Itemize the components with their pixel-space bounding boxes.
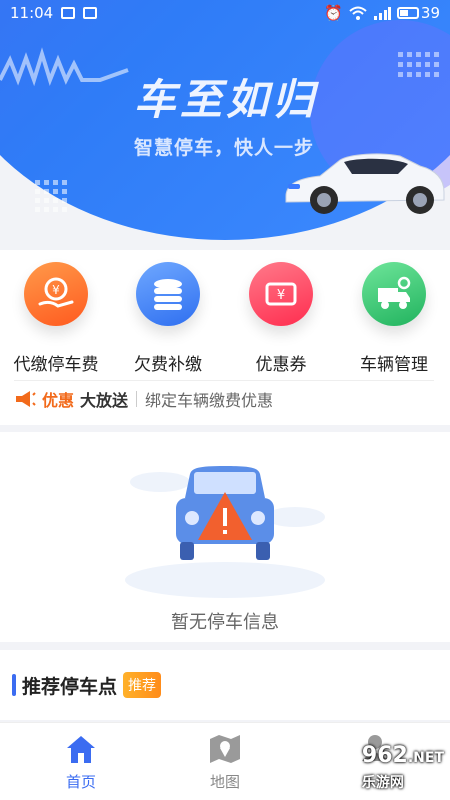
site-watermark: 962.NET 乐游网 bbox=[361, 743, 444, 791]
sports-car-icon bbox=[285, 153, 445, 214]
menu-label: 优惠券 bbox=[255, 355, 307, 375]
promo-tag-suffix: 大放送 bbox=[80, 390, 129, 410]
menu-label: 车辆管理 bbox=[360, 355, 428, 375]
tab-label: 首页 bbox=[65, 773, 96, 791]
menu-label: 欠费补缴 bbox=[134, 355, 202, 375]
menu-item-pay-parking[interactable]: ¥ 代缴停车费 bbox=[0, 262, 112, 375]
coin-stack-icon bbox=[136, 262, 200, 326]
recommend-badge: 推荐 bbox=[123, 672, 162, 698]
promo-divider bbox=[136, 390, 138, 407]
section-title: 推荐停车点 bbox=[22, 675, 118, 698]
promo-banner[interactable]: 优惠 大放送 绑定车辆缴费优惠 bbox=[14, 380, 434, 416]
map-icon bbox=[210, 735, 240, 763]
coupon-icon: ¥ bbox=[249, 262, 313, 326]
battery-icon: 39 bbox=[396, 4, 440, 22]
mail-icon bbox=[83, 7, 98, 19]
signal-icon bbox=[373, 7, 391, 20]
yen-coin-hand-icon: ¥ bbox=[24, 262, 88, 326]
truck-gear-icon bbox=[362, 262, 426, 326]
quick-menu: ¥ 代缴停车费 欠费补缴 ¥ 优惠券 车辆管理 优惠 大放送 绑定车辆缴费优惠 bbox=[0, 250, 450, 425]
menu-item-vehicle-management[interactable]: 车辆管理 bbox=[338, 262, 450, 375]
svg-text:¥: ¥ bbox=[52, 283, 60, 297]
megaphone-icon bbox=[16, 390, 36, 407]
battery-level: 39 bbox=[420, 4, 440, 22]
wifi-icon bbox=[349, 6, 367, 20]
hero-banner[interactable]: 车至如归 智慧停车，快人一步 bbox=[0, 0, 450, 250]
promo-text: 绑定车辆缴费优惠 bbox=[145, 390, 274, 410]
tab-label: 地图 bbox=[209, 773, 240, 791]
home-icon bbox=[67, 736, 95, 763]
tab-home[interactable]: 首页 bbox=[36, 733, 126, 792]
tab-map[interactable]: 地图 bbox=[180, 733, 270, 792]
recommend-header: 推荐停车点 推荐 bbox=[0, 650, 450, 720]
zigzag-decor-icon bbox=[0, 47, 129, 87]
menu-item-arrears[interactable]: 欠费补缴 bbox=[112, 262, 224, 375]
svg-text:¥: ¥ bbox=[277, 288, 285, 303]
empty-state-message: 暂无停车信息 bbox=[171, 612, 279, 633]
promo-tag: 优惠 bbox=[42, 390, 75, 410]
parking-info-card: 暂无停车信息 bbox=[0, 432, 450, 642]
car-warning-icon bbox=[125, 466, 325, 598]
bottom-tab-bar: 首页 地图 962.NET 乐游网 bbox=[0, 722, 450, 800]
section-accent-bar bbox=[12, 674, 16, 696]
status-bar: 11:04 ⏰ 39 bbox=[0, 0, 450, 26]
menu-item-coupon[interactable]: ¥ 优惠券 bbox=[225, 262, 337, 375]
notification-icon bbox=[61, 7, 76, 19]
status-time: 11:04 bbox=[10, 4, 54, 22]
dots-decor-icon bbox=[398, 52, 439, 77]
alarm-icon: ⏰ bbox=[324, 4, 343, 22]
dots-decor-icon bbox=[35, 180, 67, 212]
hero-title: 车至如归 bbox=[134, 75, 319, 124]
menu-label: 代缴停车费 bbox=[13, 355, 99, 375]
